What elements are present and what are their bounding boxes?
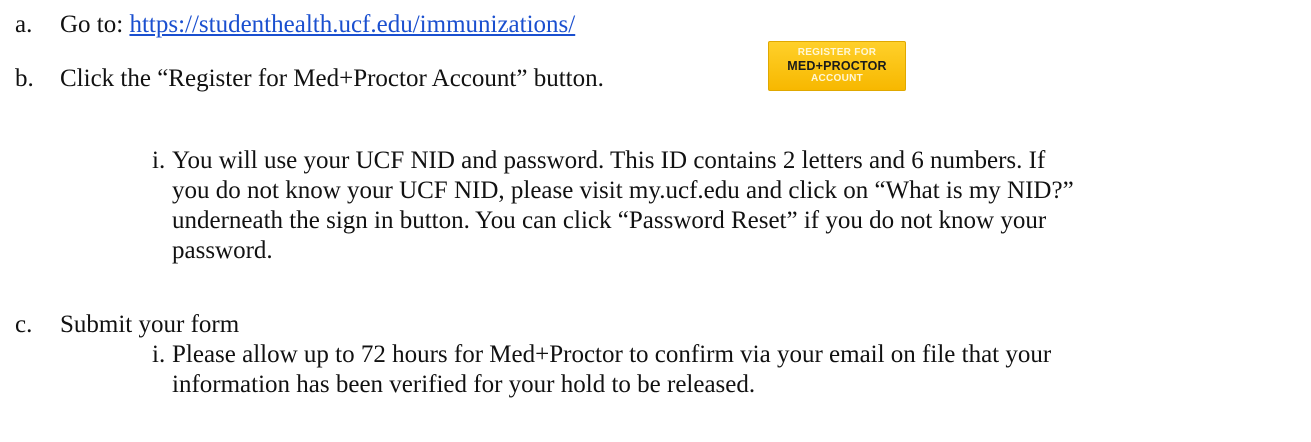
step-c-sub-line: Please allow up to 72 hours for Med+Proc…	[172, 341, 1052, 368]
step-c: c. Submit your form	[15, 310, 239, 340]
step-c-marker: c.	[15, 311, 33, 338]
register-button-line3: ACCOUNT	[810, 73, 864, 84]
step-b-sub-marker: i.	[152, 147, 166, 174]
step-c-text: Submit your form	[60, 311, 240, 338]
step-b-sub-line: you do not know your UCF NID, please vis…	[172, 177, 1074, 204]
register-button-line2: MED+PROCTOR	[787, 59, 887, 73]
immunizations-link[interactable]: https://studenthealth.ucf.edu/immunizati…	[129, 11, 575, 38]
step-c-sub-line: information has been verified for your h…	[172, 371, 756, 398]
step-b-sub-line: underneath the sign in button. You can c…	[172, 207, 1047, 234]
step-a: a. Go to: https://studenthealth.ucf.edu/i…	[15, 10, 575, 40]
step-c-sub-marker: i.	[152, 341, 166, 368]
step-a-marker: a.	[15, 11, 33, 38]
register-button-line1: REGISTER FOR	[797, 47, 877, 58]
step-b-marker: b.	[15, 65, 34, 92]
step-b-sub-line: You will use your UCF NID and password. …	[172, 147, 1046, 174]
step-b-text: Click the “Register for Med+Proctor Acco…	[60, 65, 604, 92]
step-a-text: Go to:	[60, 11, 130, 38]
step-b-sub-line: password.	[172, 237, 273, 264]
step-b: b. Click the “Register for Med+Proctor Ac…	[15, 64, 604, 94]
register-med-proctor-button[interactable]: REGISTER FOR MED+PROCTOR ACCOUNT	[768, 41, 906, 91]
